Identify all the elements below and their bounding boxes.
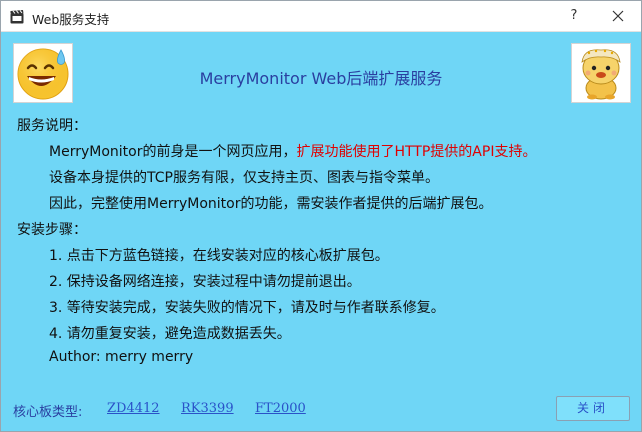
author-text: Author: merry merry [49, 349, 194, 365]
install-step-3: 3. 等待安装完成，安装失败的情况下，请及时与作者联系修复。 [49, 300, 445, 316]
clapperboard-icon [10, 9, 24, 24]
title-bar: Web服务支持 ? [1, 1, 641, 32]
close-icon [612, 10, 624, 22]
install-step-2: 2. 保持设备网络连接，安装过程中请勿提前退出。 [49, 274, 361, 290]
dialog-window: Web服务支持 ? MerryMonitor Web后端扩展服务 服务说明： M… [0, 0, 642, 432]
close-button[interactable]: 关闭 [556, 396, 630, 421]
service-section-label: 服务说明： [17, 118, 87, 134]
help-button[interactable]: ? [563, 6, 585, 26]
page-title: MerryMonitor Web后端扩展服务 [199, 69, 443, 88]
service-line-3: 因此，完整使用MerryMonitor的功能，需安装作者提供的后端扩展包。 [49, 196, 493, 212]
service-line-2: 设备本身提供的TCP服务有限，仅支持主页、图表与指令菜单。 [49, 170, 439, 186]
window-title: Web服务支持 [32, 12, 110, 27]
install-step-4: 4. 请勿重复安装，避免造成数据丢失。 [49, 326, 291, 342]
service-line-1-highlight: 扩展功能使用了HTTP提供的API支持。 [296, 144, 537, 160]
cartoon-character-icon [571, 43, 631, 103]
window-close-button[interactable] [606, 6, 630, 26]
install-section-label: 安装步骤： [17, 222, 87, 238]
install-step-1: 1. 点击下方蓝色链接，在线安装对应的核心板扩展包。 [49, 248, 389, 264]
board-type-label: 核心板类型: [13, 405, 83, 420]
board-link-rk3399[interactable]: RK3399 [181, 401, 234, 416]
board-link-zd4412[interactable]: ZD4412 [107, 401, 160, 416]
service-line-1: MerryMonitor的前身是一个网页应用，扩展功能使用了HTTP提供的API… [49, 141, 536, 161]
service-line-1-text: MerryMonitor的前身是一个网页应用， [49, 144, 297, 160]
board-link-ft2000[interactable]: FT2000 [255, 401, 306, 416]
